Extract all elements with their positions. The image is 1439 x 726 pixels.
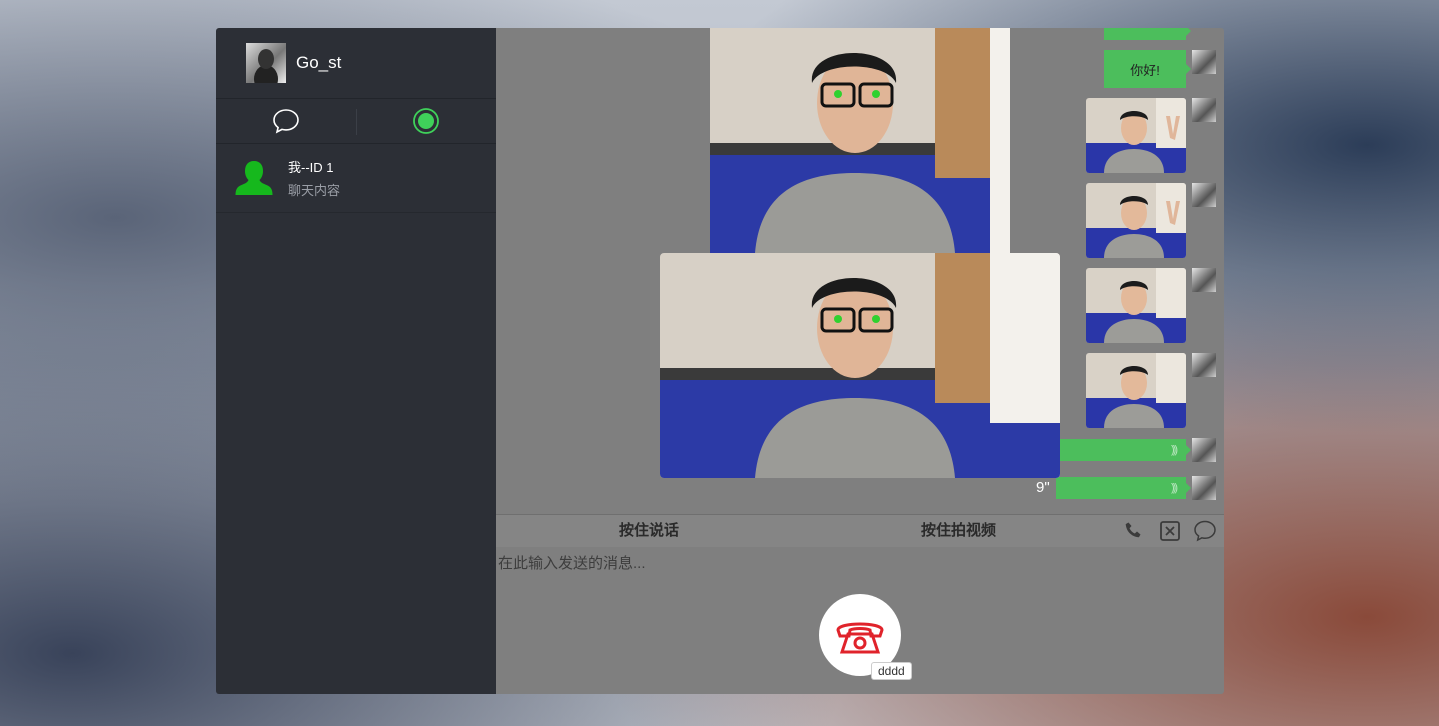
user-avatar[interactable] xyxy=(246,43,286,83)
chat-bubble-icon xyxy=(273,109,299,134)
chat-panel: 你好!))) 9"))) 按住说话 按住拍视频 在此输入发送的消息... d… xyxy=(496,28,1224,694)
contact-name: 我--ID 1 xyxy=(288,160,334,175)
image-message[interactable] xyxy=(1086,183,1186,258)
photo-thumbnail xyxy=(1086,353,1186,428)
message-bubble xyxy=(1104,28,1191,40)
call-tooltip: dddd xyxy=(871,662,912,680)
sender-avatar xyxy=(1192,353,1216,377)
sender-avatar xyxy=(1192,438,1216,462)
image-message[interactable] xyxy=(1086,353,1186,428)
user-profile: Go_st xyxy=(216,28,496,99)
message-list[interactable]: 你好!))) 9"))) xyxy=(496,28,1224,514)
status-dot-icon xyxy=(413,108,439,134)
chat-bubble-icon[interactable] xyxy=(1193,519,1217,543)
close-box-icon[interactable] xyxy=(1158,519,1182,543)
sidebar-tabs xyxy=(216,99,496,144)
user-name: Go_st xyxy=(296,53,342,72)
message-text: 你好! xyxy=(1130,62,1160,78)
sidebar: Go_st 我--ID 1 聊天内容 xyxy=(216,28,496,694)
contact-avatar-icon xyxy=(235,161,273,195)
image-message[interactable] xyxy=(1086,268,1186,343)
chat-toolbar: 按住说话 按住拍视频 xyxy=(496,514,1224,547)
contact-preview: 聊天内容 xyxy=(288,183,341,198)
sound-wave-icon: ))) xyxy=(1171,444,1178,456)
phone-icon[interactable] xyxy=(1122,519,1146,543)
voice-message[interactable]: ))) xyxy=(1056,439,1191,461)
tab-status[interactable] xyxy=(356,99,496,143)
message-composer: dddd xyxy=(496,547,1224,694)
photo-thumbnail xyxy=(1086,183,1186,258)
sender-avatar xyxy=(1192,268,1216,292)
camera-frame xyxy=(660,253,1060,478)
photo-thumbnail xyxy=(1086,98,1186,173)
camera-frame xyxy=(710,28,1010,253)
chat-window: Go_st 我--ID 1 聊天内容 你好!))) 9"))) 按住说话 按… xyxy=(216,28,1224,694)
hold-to-talk-button[interactable]: 按住说话 xyxy=(619,515,679,547)
telephone-icon xyxy=(836,622,884,654)
local-video-feed xyxy=(660,253,1060,478)
sound-wave-icon: ))) xyxy=(1171,482,1178,494)
remote-video-feed xyxy=(710,28,1010,253)
photo-thumbnail xyxy=(1086,268,1186,343)
voice-duration: 9" xyxy=(1036,479,1050,496)
sender-avatar xyxy=(1192,98,1216,122)
voice-message[interactable]: ))) xyxy=(1056,477,1191,499)
image-message[interactable] xyxy=(1086,98,1186,173)
contact-list-item[interactable]: 我--ID 1 聊天内容 xyxy=(216,144,496,213)
sender-avatar xyxy=(1192,183,1216,207)
sender-avatar xyxy=(1192,476,1216,500)
sender-avatar xyxy=(1192,50,1216,74)
hold-to-record-video-button[interactable]: 按住拍视频 xyxy=(921,515,996,547)
tab-chats[interactable] xyxy=(216,99,356,143)
message-bubble-text: 你好! xyxy=(1104,50,1191,88)
